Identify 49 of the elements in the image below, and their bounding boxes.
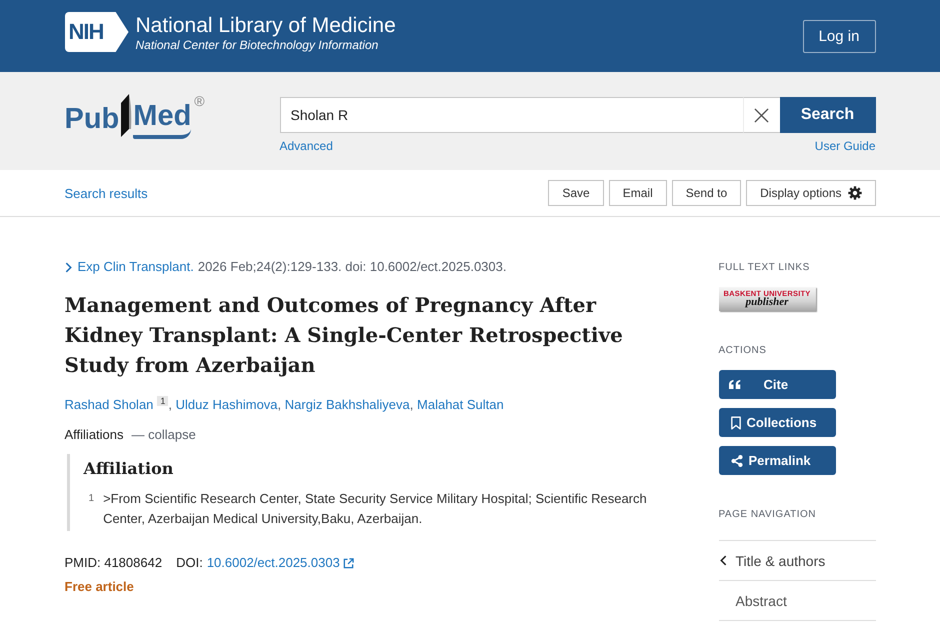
sidebar-heading: PAGE NAVIGATION (718, 508, 816, 522)
chevron-left-icon (720, 555, 726, 566)
affiliation-ref-link[interactable]: 1 (157, 396, 168, 406)
bookmark-icon (730, 416, 740, 430)
share-icon (730, 454, 742, 466)
search-field[interactable]: Sholan R (280, 97, 742, 133)
search-button[interactable]: Search (780, 97, 876, 133)
toolbar-button[interactable]: Email (608, 180, 667, 206)
display-options-button[interactable]: Display options (746, 180, 876, 206)
user-guide-link[interactable]: User Guide (814, 138, 876, 154)
toolbar-button[interactable]: Send to (672, 180, 742, 206)
author-link[interactable]: Malahat Sultan (417, 397, 504, 412)
permalink-button[interactable]: Permalink (718, 446, 836, 475)
author-link[interactable]: Ulduz Hashimova (176, 397, 278, 412)
author-list: Rashad Sholan $^{1}$ , Ulduz Hashimova, Nargiz Bakhshaliyeva, Malahat Sultan (64, 396, 664, 414)
page-navigation-link[interactable]: Title & authors (718, 541, 876, 581)
toolbar-button[interactable]: Save (548, 180, 604, 206)
doi-label: DOI: (176, 554, 203, 572)
site-title: National Library of Medicine (136, 14, 396, 38)
chevron-right-icon (64, 262, 72, 272)
close-icon (754, 108, 769, 122)
author-link[interactable]: Rashad Sholan (64, 397, 154, 412)
search-results-link[interactable]: Search results (64, 186, 148, 200)
pubmed-logo[interactable]: Pub Med® (64, 93, 205, 141)
collapse-toggle[interactable]: — collapse (132, 426, 196, 444)
article-title: Management and Outcomes of Pregnancy After Kidney Transplant: A Single-Center Retrospective Study from Azerbaijan (64, 292, 624, 379)
author-link[interactable]: Nargiz Bakhshaliyeva (284, 397, 410, 412)
citation-details: 2026 Feb;24(2):129-133. doi: 10.6002/ect.2025.0303. (198, 258, 506, 276)
cite-button[interactable]: Cite (718, 370, 836, 399)
external-link-icon (342, 558, 354, 568)
page-navigation-link[interactable]: Abstract (718, 581, 876, 621)
affiliations-label: Affiliations (64, 426, 124, 444)
clear-button[interactable] (742, 97, 780, 133)
advanced-search-link[interactable]: Advanced (280, 138, 333, 154)
login-button[interactable]: Log in (802, 20, 876, 52)
settings-icon (848, 186, 862, 200)
affiliation-number: 1 (88, 492, 94, 506)
quote-icon (728, 380, 740, 389)
journal-link[interactable]: Exp Clin Transplant. (64, 258, 194, 276)
free-article-label: Free article (64, 578, 134, 596)
site-subtitle: National Center for Biotechnology Information (136, 38, 378, 52)
affiliation-text: >From Scientific Research Center, State Security Service Military Hospital; Scientific Research Center, Azerbaijan Medical University,Baku, Azerbaijan. (103, 490, 648, 528)
collections-button[interactable]: Collections (718, 408, 836, 437)
doi-link[interactable]: 10.6002/ect.2025.0303 (206, 554, 354, 572)
nih-logo[interactable]: NIH (64, 12, 128, 52)
affiliation-heading: Affiliation (84, 458, 174, 480)
pmid-text: PMID: 41808642 (64, 554, 162, 572)
sidebar-heading: ACTIONS (718, 344, 766, 358)
sidebar-heading: FULL TEXT LINKS (718, 261, 810, 275)
